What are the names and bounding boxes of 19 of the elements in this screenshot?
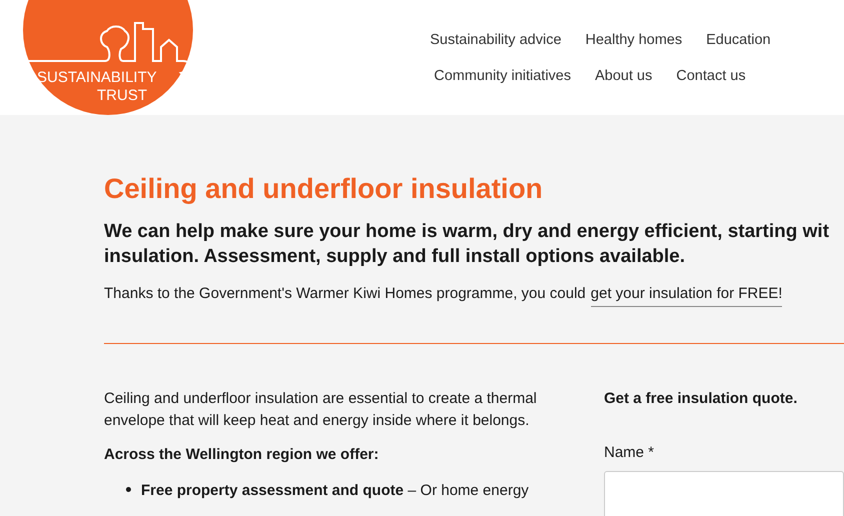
bullet-icon [126,486,131,492]
logo-text: SUSTAINABILITY [37,69,157,86]
page-title: Ceiling and underfloor insulation [104,172,543,206]
nav-link[interactable]: Education [706,30,771,52]
intro-paragraph: Ceiling and underfloor insulation are essential to create a thermal envelope that will keep heat and energy inside where it belongs. [104,388,538,430]
notice-text: Thanks to the Government's Warmer Kiwi Homes programme, you could [104,284,586,304]
nav-link[interactable]: Sustainability advice [430,30,562,52]
field-label: Name * [604,443,654,463]
free-insulation-link[interactable]: get your insulation for FREE! [590,283,782,306]
offer-heading: Across the Wellington region we offer: [104,444,380,464]
nav-link[interactable]: About us [595,66,652,88]
nav-link[interactable]: Healthy homes [585,30,682,52]
nav-link[interactable]: Contact us [676,66,746,88]
logo-text: TRUST [97,87,147,104]
lead-paragraph: We can help make sure your home is warm, dry and energy efficient, starting wit insulation. Assessment, supply and full install options available. [104,220,830,269]
nav-link[interactable]: Community initiatives [434,66,571,88]
form-heading: Get a free insulation quote. [604,388,798,408]
offer-item: Free property assessment and quote – Or home energy [141,480,529,500]
name-input-field[interactable] [604,470,844,516]
